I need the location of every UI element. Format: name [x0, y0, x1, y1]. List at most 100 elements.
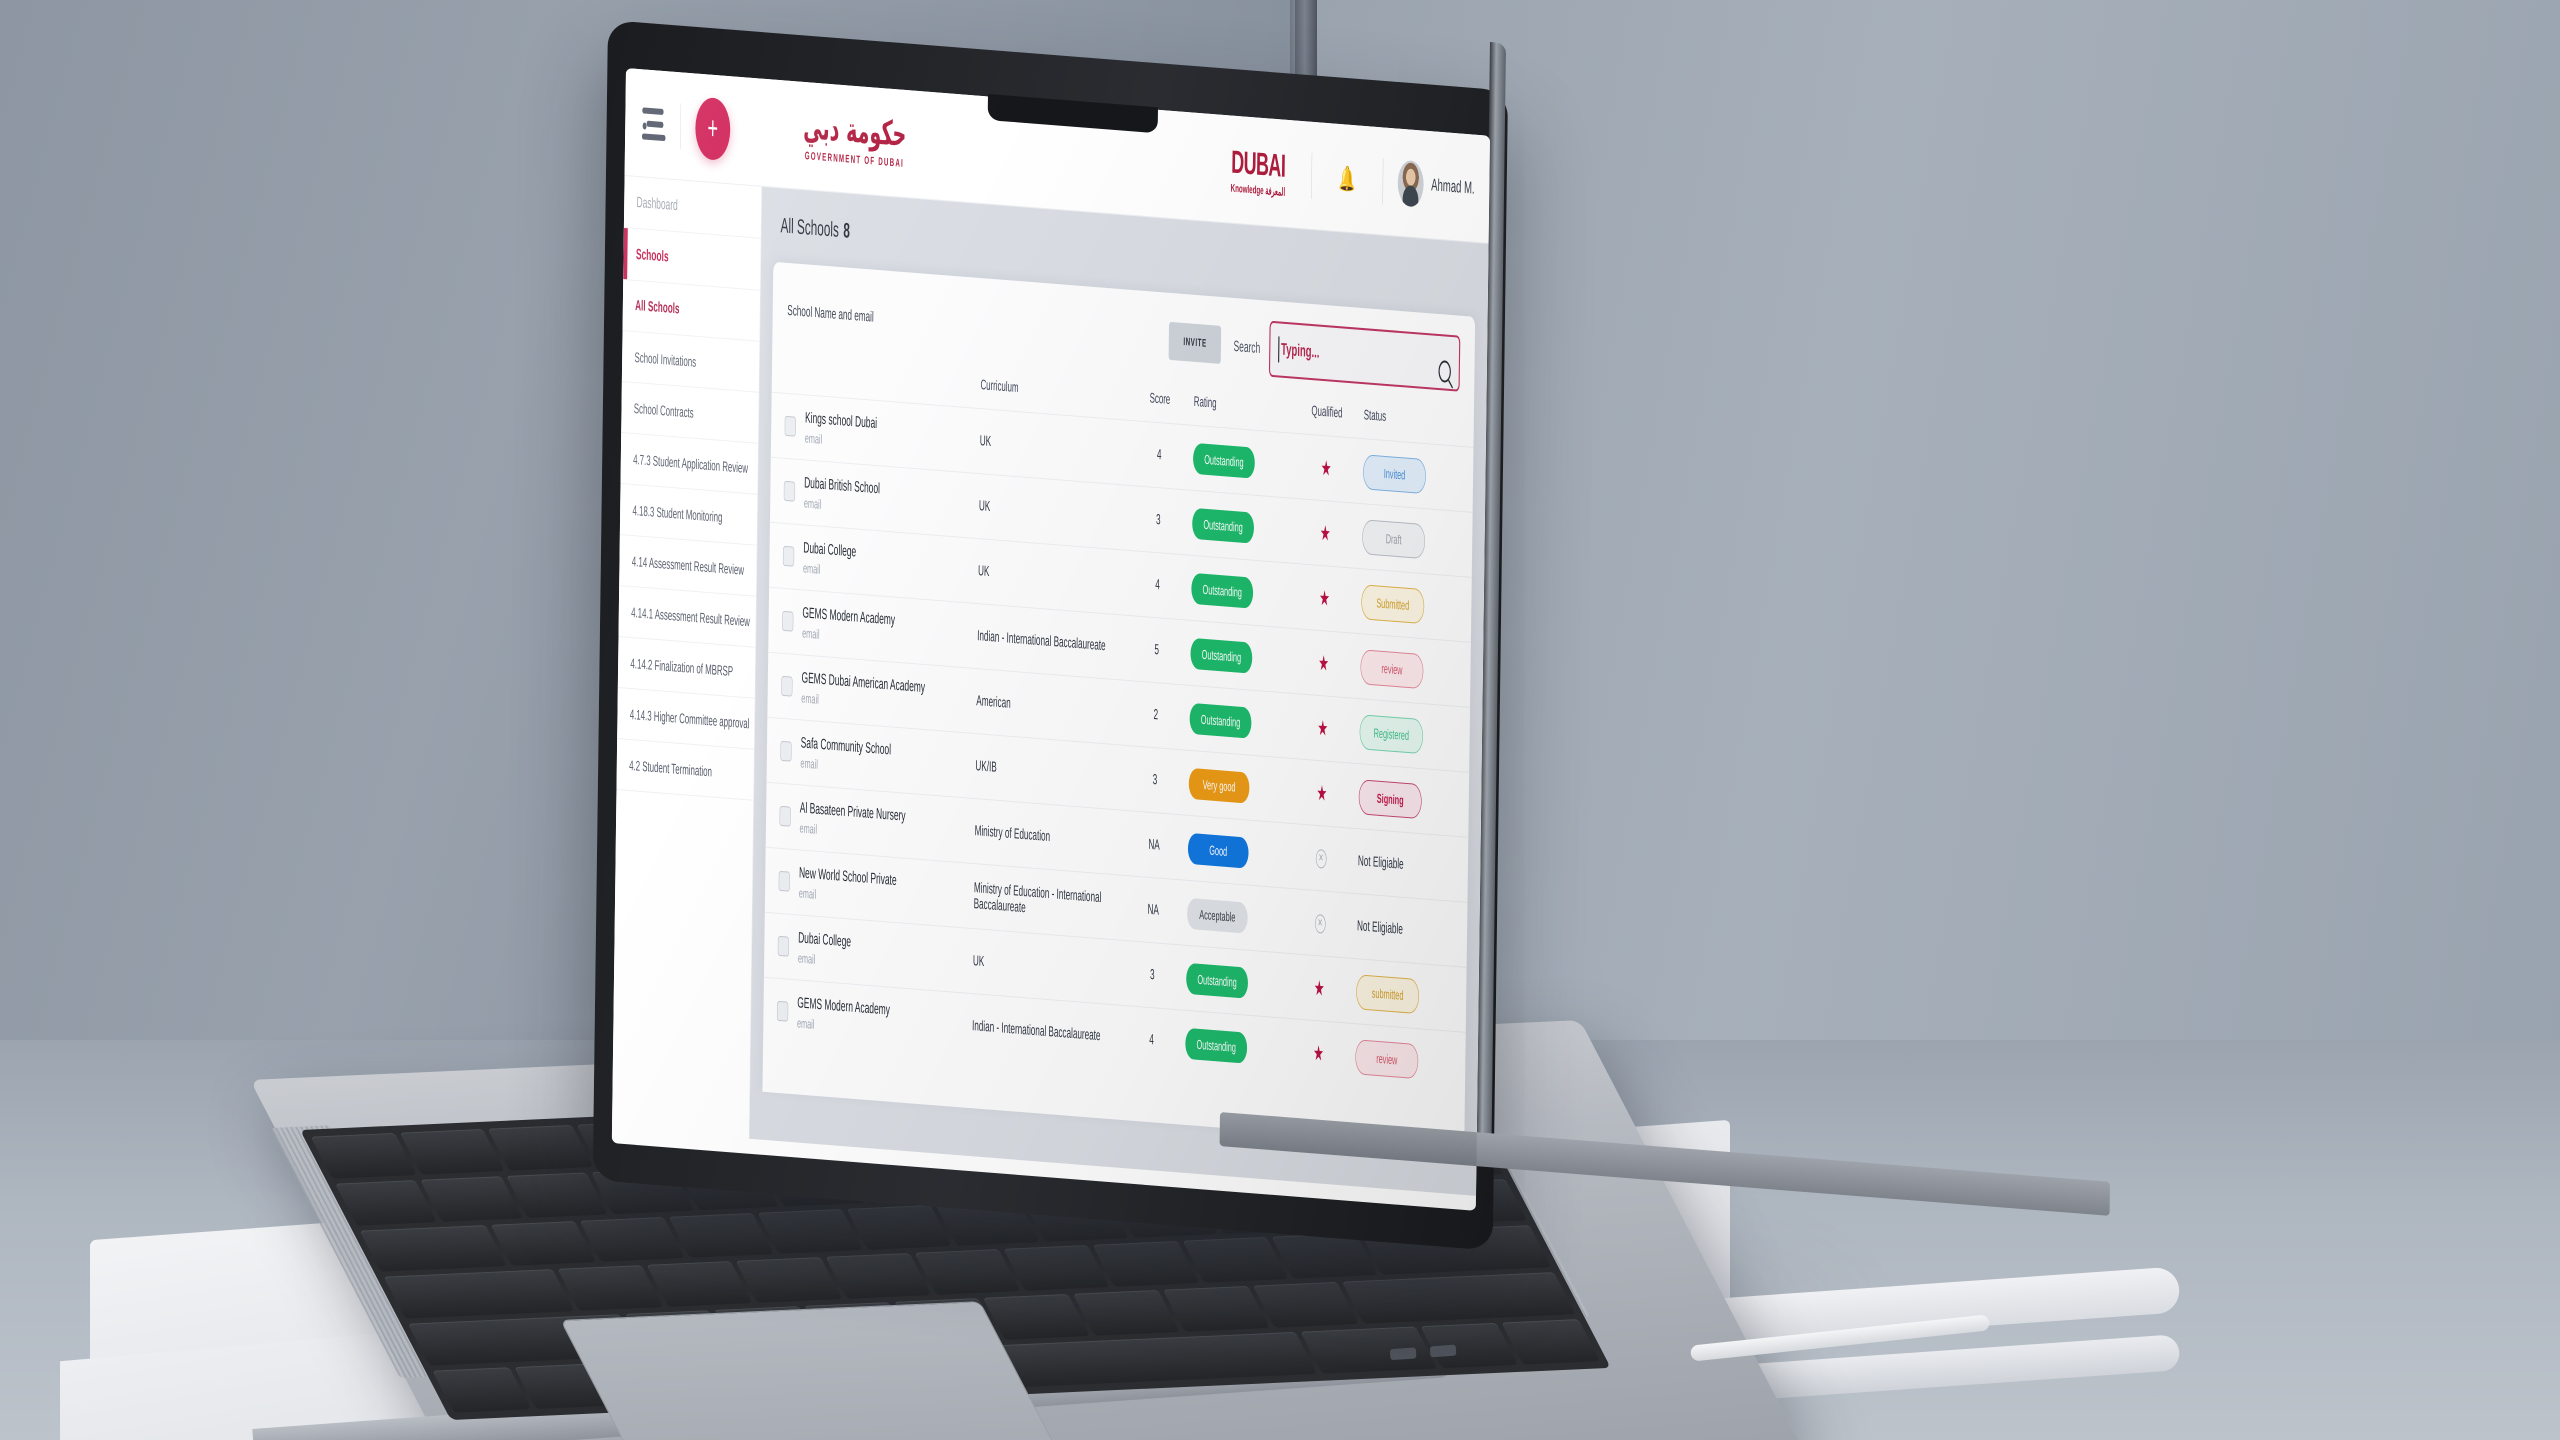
key[interactable]: [825, 1253, 932, 1300]
key[interactable]: [579, 1216, 685, 1263]
avatar[interactable]: [1397, 159, 1424, 208]
key[interactable]: [505, 1172, 609, 1218]
th-qualified[interactable]: Qualified: [1294, 387, 1360, 439]
cell-status: Registered: [1354, 698, 1471, 773]
usb-port: [1389, 1346, 1417, 1360]
key[interactable]: [399, 1128, 505, 1175]
key[interactable]: [914, 1249, 1021, 1296]
key[interactable]: [1182, 1237, 1289, 1284]
key[interactable]: [646, 1261, 753, 1308]
cell-score: 2: [1126, 680, 1186, 751]
cell-qualified: ★: [1291, 563, 1358, 634]
row-checkbox[interactable]: [783, 480, 796, 502]
cell-curriculum: UK: [973, 473, 1130, 551]
key[interactable]: [756, 1208, 863, 1255]
search-input[interactable]: Typing...: [1268, 320, 1461, 392]
rating-badge: Outstanding: [1185, 1027, 1248, 1064]
row-checkbox[interactable]: [784, 415, 797, 437]
cell-curriculum: UK: [973, 538, 1129, 616]
school-email: email: [798, 885, 817, 902]
key[interactable]: [420, 1176, 523, 1222]
cell-status: Draft: [1357, 503, 1473, 578]
row-checkbox[interactable]: [779, 805, 791, 827]
sidebar-item-label: Dashboard: [636, 193, 678, 215]
school-email: email: [800, 755, 818, 772]
school-identity: Dubai College email: [803, 539, 856, 579]
text-caret: [1278, 336, 1280, 363]
key[interactable]: [310, 1132, 416, 1179]
status-text: Not Eligiable: [1357, 918, 1403, 938]
user-name[interactable]: Ahmad M.: [1431, 175, 1475, 198]
school-name: Dubai College: [798, 929, 852, 951]
page-count: 8: [843, 219, 851, 243]
gov-logo-arabic: حكومة دبي: [802, 106, 907, 155]
rating-badge: Outstanding: [1186, 962, 1249, 999]
cell-qualified: ✕: [1287, 888, 1354, 959]
notification-bell-icon[interactable]: 🔔: [1338, 164, 1355, 194]
sidebar-item-label: School Invitations: [634, 348, 697, 370]
key-shift-right[interactable]: [1342, 1272, 1576, 1324]
key[interactable]: [668, 1212, 774, 1259]
table-body: Kings school Dubai email UK 4 Outstanding ★ In…: [763, 392, 1474, 1097]
cell-curriculum: American: [971, 668, 1127, 746]
key[interactable]: [983, 1294, 1090, 1340]
row-checkbox[interactable]: [782, 545, 795, 567]
row-checkbox[interactable]: [780, 740, 792, 762]
school-name: New World School Private: [798, 864, 897, 890]
key-caps[interactable]: [383, 1269, 575, 1319]
search-value: Typing...: [1280, 339, 1320, 362]
th-rating[interactable]: Rating: [1189, 379, 1295, 434]
status-badge: review: [1360, 648, 1424, 689]
cell-curriculum: Indian - International Baccalaureate: [972, 603, 1128, 681]
key[interactable]: [334, 1179, 438, 1226]
star-icon: ★: [1320, 456, 1332, 481]
cell-score: NA: [1124, 810, 1184, 881]
divider: [1382, 158, 1384, 205]
key[interactable]: [1252, 1282, 1360, 1328]
first-column-label: School Name and email: [787, 302, 874, 326]
cell-curriculum: UK: [967, 928, 1124, 1006]
star-icon: ★: [1313, 1041, 1324, 1066]
key-fn[interactable]: [432, 1367, 531, 1413]
key[interactable]: [487, 1124, 593, 1171]
divider: [679, 102, 682, 149]
app-body: Dashboard Schools All Schools School Invita…: [612, 176, 1489, 1196]
key[interactable]: [1073, 1290, 1180, 1336]
sidebar-item-label: 4.2 Student Termination: [629, 756, 713, 780]
th-score[interactable]: Score: [1130, 374, 1189, 425]
star-icon: ★: [1318, 651, 1330, 676]
row-checkbox[interactable]: [777, 935, 790, 957]
status-badge: Draft: [1362, 518, 1426, 559]
key[interactable]: [735, 1257, 842, 1304]
key[interactable]: [1003, 1245, 1110, 1292]
divider: [1310, 152, 1313, 199]
not-qualified-icon: ✕: [1315, 848, 1327, 869]
key-tab[interactable]: [359, 1224, 507, 1273]
cell-score: NA: [1123, 875, 1184, 946]
status-text: Not Eligiable: [1357, 853, 1404, 873]
cell-qualified: ✕: [1288, 823, 1354, 894]
key[interactable]: [490, 1220, 596, 1267]
key[interactable]: [845, 1204, 952, 1251]
rating-badge: Outstanding: [1192, 507, 1255, 544]
sidebar-item-4-2-student-termination[interactable]: 4.2 Student Termination: [616, 739, 755, 801]
brand-sub-en: Knowledge: [1230, 182, 1264, 197]
content-area: All Schools 8 School Name and email INVIT…: [749, 186, 1489, 1196]
cell-rating: Outstanding: [1180, 1010, 1287, 1083]
row-checkbox[interactable]: [778, 870, 791, 892]
key[interactable]: [557, 1265, 664, 1312]
cell-score: 3: [1128, 485, 1189, 556]
add-button[interactable]: +: [695, 96, 731, 161]
row-checkbox[interactable]: [776, 1000, 789, 1022]
cell-status: Not Eligiable: [1352, 893, 1468, 968]
invite-button[interactable]: INVITE: [1168, 321, 1222, 364]
cell-score: 3: [1125, 745, 1185, 816]
key[interactable]: [1162, 1286, 1270, 1332]
school-name: GEMS Modern Academy: [797, 994, 891, 1019]
magnifier-icon[interactable]: [1438, 360, 1452, 384]
key-arrows[interactable]: [1501, 1319, 1601, 1365]
key[interactable]: [1093, 1241, 1200, 1288]
row-checkbox[interactable]: [781, 610, 794, 632]
row-checkbox[interactable]: [781, 675, 793, 697]
